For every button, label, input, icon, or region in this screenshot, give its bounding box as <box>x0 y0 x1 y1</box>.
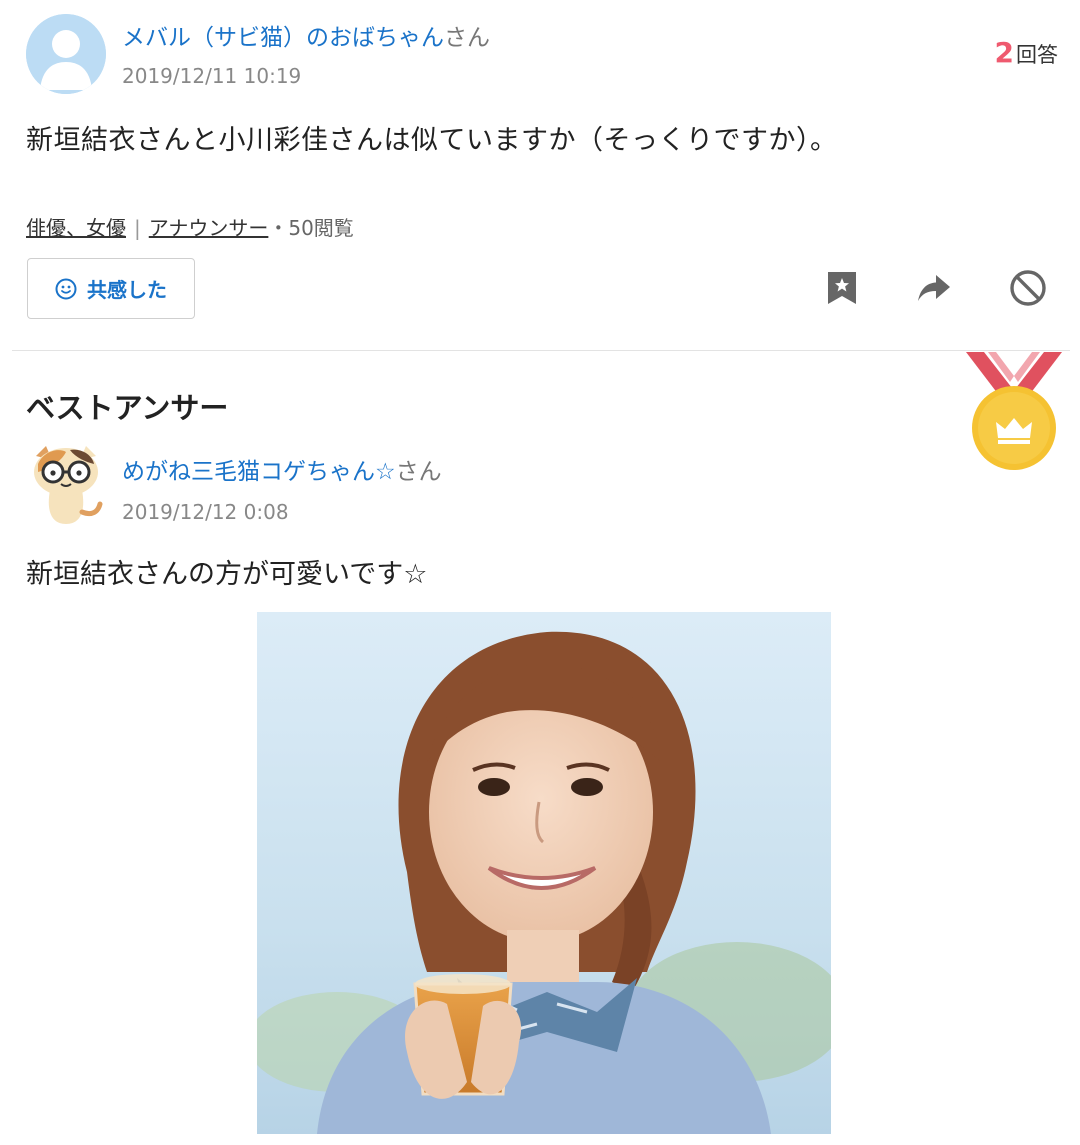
block-icon[interactable] <box>1008 268 1048 308</box>
default-avatar-icon[interactable] <box>26 14 106 94</box>
answer-count[interactable]: 2回答 <box>995 36 1058 69</box>
category-link-announcer[interactable]: アナウンサー <box>149 216 269 240</box>
best-answer-title: ベストアンサー <box>26 391 229 425</box>
category-separator: | <box>134 216 141 240</box>
answer-text: 新垣結衣さんの方が可愛いです☆ <box>26 559 428 590</box>
answer-author-name[interactable]: めがね三毛猫コゲちゃん☆ <box>122 459 396 485</box>
answer-author[interactable]: めがね三毛猫コゲちゃん☆さん <box>122 452 442 486</box>
question-author-suffix: さん <box>444 25 490 51</box>
answer-count-number: 2 <box>994 36 1014 69</box>
smile-icon <box>55 278 77 299</box>
category-link-actor[interactable]: 俳優、女優 <box>26 216 126 240</box>
answer-author-suffix: さん <box>395 459 442 485</box>
question-author[interactable]: メバル（サビ猫）のおばちゃんさん <box>122 18 490 52</box>
question-header: メバル（サビ猫）のおばちゃんさん 2019/12/11 10:19 2回答 <box>26 14 1066 94</box>
share-arrow-icon[interactable] <box>914 268 954 308</box>
answer-date: 2019/12/12 0:08 <box>122 500 289 524</box>
bookmark-icon[interactable] <box>822 268 862 308</box>
question-text: 新垣結衣さんと小川彩佳さんは似ていますか（そっくりですか）。 <box>26 125 838 156</box>
answer-count-label: 回答 <box>1016 43 1058 67</box>
question-date: 2019/12/11 10:19 <box>122 64 302 88</box>
best-answer-medal-icon <box>958 352 1070 470</box>
empathy-button[interactable]: 共感した <box>27 258 195 319</box>
answer-photo[interactable] <box>257 612 831 1134</box>
question-author-name[interactable]: メバル（サビ猫）のおばちゃん <box>122 25 444 51</box>
empathy-button-label: 共感した <box>87 278 167 302</box>
question-meta: 俳優、女優 | アナウンサー・50閲覧 <box>26 212 354 241</box>
cat-avatar-icon[interactable] <box>26 442 106 526</box>
section-divider <box>12 350 1070 351</box>
view-count: ・50閲覧 <box>268 216 354 240</box>
